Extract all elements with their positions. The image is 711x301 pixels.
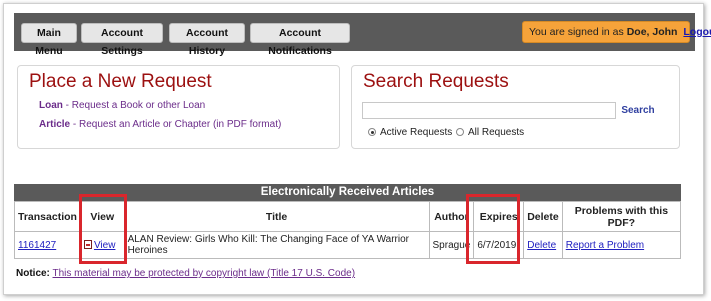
account-notifications-button[interactable]: Account Notifications: [250, 23, 350, 57]
copyright-link[interactable]: This material may be protected by copyri…: [53, 268, 356, 279]
top-nav-bar: Main Menu Account Settings Account Histo…: [14, 13, 711, 57]
header-title: Title: [123, 201, 430, 232]
report-problem-link[interactable]: Report a Problem: [566, 240, 644, 251]
transaction-link[interactable]: 1161427: [18, 240, 56, 251]
header-transaction: Transaction: [14, 201, 81, 232]
radio-all-requests[interactable]: All Requests: [456, 127, 524, 138]
header-view: View: [79, 201, 125, 232]
notice-label: Notice:: [16, 268, 50, 279]
cell-transaction: 1161427: [14, 231, 81, 259]
radio-active-indicator[interactable]: [368, 128, 376, 136]
table-row: 1161427 View ALAN Review: Girls Who Kill…: [14, 231, 682, 259]
user-name: Doe, John: [626, 26, 678, 38]
search-input[interactable]: [362, 102, 616, 119]
search-requests-title: Search Requests: [363, 71, 509, 92]
radio-active-requests[interactable]: Active Requests: [368, 127, 452, 138]
copyright-notice: Notice: This material may be protected b…: [16, 268, 355, 279]
account-history-button[interactable]: Account History: [169, 23, 245, 57]
search-button[interactable]: Search: [619, 103, 657, 119]
loan-request-line[interactable]: Loan - Request a Book or other Loan: [39, 100, 205, 111]
signin-status: You are signed in as Doe, John Logout: [522, 21, 711, 43]
radio-active-label: Active Requests: [380, 127, 453, 138]
article-description: - Request an Article or Chapter (in PDF …: [70, 119, 282, 130]
new-request-panel: Place a New Request Loan - Request a Boo…: [17, 65, 340, 149]
header-expires: Expires: [473, 201, 525, 232]
view-link[interactable]: View: [94, 240, 116, 251]
cell-expires: 6/7/2019: [473, 231, 525, 259]
article-link[interactable]: Article: [39, 119, 70, 130]
logout-link[interactable]: Logout: [683, 26, 711, 38]
header-problems: Problems with this PDF?: [561, 201, 682, 232]
articles-table-title: Electronically Received Articles: [14, 184, 681, 201]
cell-author: Sprague: [428, 231, 475, 259]
delete-link[interactable]: Delete: [527, 240, 556, 251]
cell-title: ALAN Review: Girls Who Kill: The Changin…: [123, 231, 430, 259]
articles-table: Transaction View Title Author Expires De…: [14, 201, 682, 259]
cell-view: View: [79, 231, 125, 259]
radio-all-indicator[interactable]: [456, 128, 464, 136]
loan-link[interactable]: Loan: [39, 100, 63, 111]
main-menu-button[interactable]: Main Menu: [21, 23, 77, 57]
article-request-line[interactable]: Article - Request an Article or Chapter …: [39, 119, 281, 130]
table-header-row: Transaction View Title Author Expires De…: [14, 201, 682, 232]
search-requests-panel: Search Requests Search Active Requests A…: [351, 65, 680, 149]
account-settings-button[interactable]: Account Settings: [81, 23, 163, 57]
cell-delete: Delete: [523, 231, 563, 259]
pdf-icon[interactable]: [83, 239, 92, 249]
new-request-title: Place a New Request: [29, 71, 212, 92]
loan-description: - Request a Book or other Loan: [62, 100, 206, 111]
radio-all-label: All Requests: [468, 127, 525, 138]
cell-problem: Report a Problem: [561, 231, 682, 259]
signin-prefix: You are signed in as: [529, 26, 624, 38]
header-delete: Delete: [523, 201, 563, 232]
header-author: Author: [428, 201, 475, 232]
